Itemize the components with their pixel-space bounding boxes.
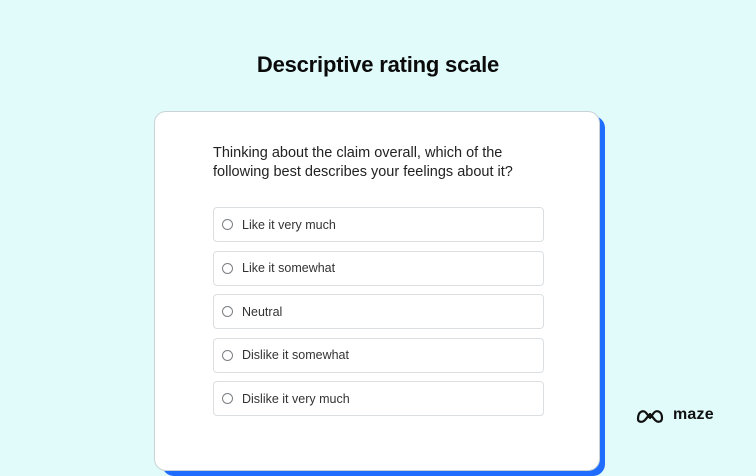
question-text: Thinking about the claim overall, which … bbox=[213, 145, 513, 180]
option-label: Neutral bbox=[242, 304, 283, 319]
maze-logo: maze bbox=[635, 405, 714, 425]
option-dislike-very-much[interactable]: Dislike it very much bbox=[213, 381, 544, 416]
option-dislike-somewhat[interactable]: Dislike it somewhat bbox=[213, 337, 544, 373]
radio-button-icon[interactable] bbox=[222, 393, 233, 404]
option-label: Dislike it somewhat bbox=[242, 348, 349, 362]
option-like-somewhat[interactable]: Like it somewhat bbox=[213, 250, 544, 286]
radio-button-icon[interactable] bbox=[222, 306, 233, 317]
maze-logo-icon bbox=[636, 410, 664, 423]
option-label: Dislike it very much bbox=[242, 391, 350, 406]
options-list: Like it very much Like it somewhat Neutr… bbox=[213, 207, 544, 425]
page-title: Descriptive rating scale bbox=[256, 52, 500, 77]
option-label: Like it very much bbox=[242, 217, 336, 232]
radio-button-icon[interactable] bbox=[222, 219, 233, 230]
question-card: Thinking about the claim overall, which … bbox=[154, 111, 600, 471]
radio-button-icon[interactable] bbox=[222, 262, 233, 274]
radio-button-icon[interactable] bbox=[222, 349, 233, 361]
logo-text: maze bbox=[673, 406, 714, 423]
option-label: Like it somewhat bbox=[242, 261, 336, 275]
option-like-very-much[interactable]: Like it very much bbox=[213, 207, 544, 242]
option-neutral[interactable]: Neutral bbox=[213, 294, 544, 329]
